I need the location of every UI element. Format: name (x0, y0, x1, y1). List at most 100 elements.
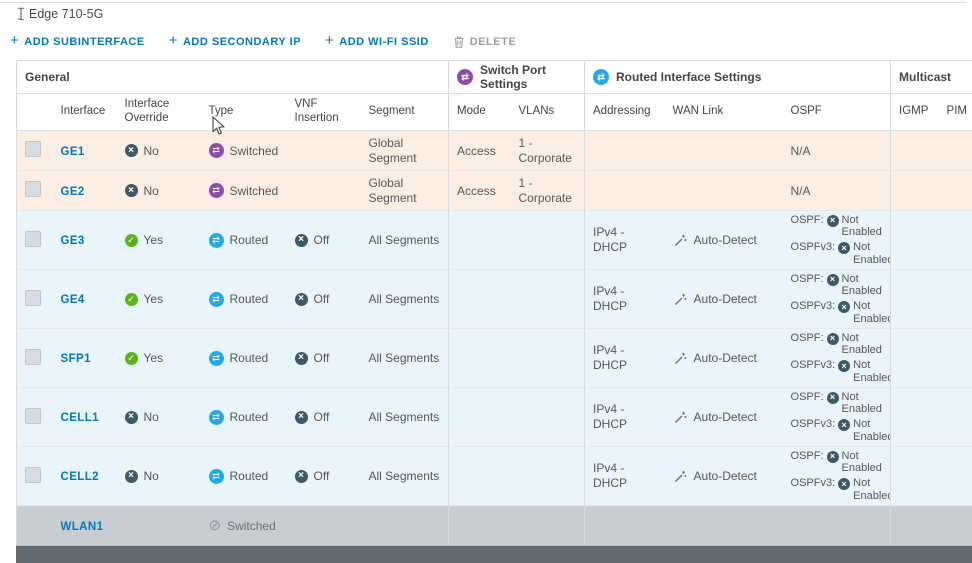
delete-button[interactable]: DELETE (453, 35, 516, 49)
table-row[interactable]: GE4 Yes Routed Off All Segments IPv4 - D… (17, 270, 972, 329)
override-cell: No (117, 447, 201, 506)
interface-link[interactable]: SFP1 (61, 353, 91, 365)
interface-link[interactable]: GE3 (61, 235, 85, 247)
mode-text: Access (457, 184, 496, 198)
ospf-label: OSPF: (791, 391, 824, 403)
igmp-cell (891, 211, 939, 270)
wand-icon (673, 410, 688, 425)
ospfv3-value: Not Enabled (853, 300, 890, 325)
plus-icon: + (10, 33, 19, 48)
wand-icon (673, 351, 688, 366)
wan-link-cell (665, 506, 783, 546)
add-wifi-ssid-button[interactable]: + ADD WI-FI SSID (325, 34, 429, 49)
wan-link-cell: Auto-Detect (665, 329, 783, 388)
table-row[interactable]: GE2 No Switched Global Segment Access 1 … (17, 171, 972, 211)
override-cell: Yes (117, 329, 201, 388)
row-checkbox[interactable] (25, 290, 41, 306)
type-cell: Routed (201, 447, 287, 506)
row-checkbox[interactable] (25, 349, 41, 365)
wan-link-cell (665, 171, 783, 211)
segment-cell: All Segments (361, 270, 449, 329)
ospf-text: N/A (791, 144, 811, 158)
row-checkbox-cell (17, 171, 53, 211)
type-text: Routed (230, 292, 269, 306)
ospf-cell: N/A (783, 131, 891, 171)
type-cell: Routed (201, 211, 287, 270)
mode-cell (449, 329, 511, 388)
plus-icon: + (169, 33, 178, 48)
check-circle-icon (125, 293, 138, 306)
interface-cell: GE2 (53, 171, 117, 211)
row-checkbox[interactable] (25, 181, 41, 197)
col-interface-override: Interface Override (117, 94, 201, 131)
routed-icon (209, 292, 224, 307)
addressing-text: IPv4 - DHCP (593, 343, 639, 373)
group-multicast: Multicast (891, 61, 972, 94)
group-routed-label: Routed Interface Settings (616, 70, 761, 84)
interface-link[interactable]: GE4 (61, 294, 85, 306)
ospf-cell: OSPF:Not Enabled OSPFv3:Not Enabled (783, 447, 891, 506)
table-row[interactable]: CELL1 No Routed Off All Segments IPv4 - … (17, 388, 972, 447)
interface-link[interactable]: WLAN1 (61, 521, 104, 533)
add-secondary-ip-button[interactable]: + ADD SECONDARY IP (169, 34, 301, 49)
interface-link[interactable]: CELL2 (61, 471, 99, 483)
row-checkbox[interactable] (25, 231, 41, 247)
ospf-value: Not Enabled (842, 214, 883, 239)
table-row[interactable]: WLAN1 Switched (17, 506, 972, 546)
x-circle-icon (838, 301, 850, 313)
interface-link[interactable]: GE1 (61, 146, 85, 158)
table-row[interactable]: GE3 Yes Routed Off All Segments IPv4 - D… (17, 211, 972, 270)
x-circle-icon (295, 411, 308, 424)
segment-text: All Segments (369, 410, 440, 424)
type-text: Switched (227, 519, 276, 533)
x-circle-icon (125, 144, 138, 157)
addressing-cell: IPv4 - DHCP (585, 447, 665, 506)
col-pim: PIM (939, 94, 972, 131)
vlans-cell (511, 388, 585, 447)
select-column-header (17, 94, 53, 131)
row-checkbox-cell (17, 506, 53, 546)
segment-cell: All Segments (361, 329, 449, 388)
row-checkbox[interactable] (25, 467, 41, 483)
add-subinterface-label: ADD SUBINTERFACE (24, 36, 144, 48)
table-row[interactable]: GE1 No Switched Global Segment Access 1 … (17, 131, 972, 171)
segment-text: All Segments (369, 469, 440, 483)
ospf-label: OSPF: (791, 273, 824, 285)
ospf-text: N/A (791, 184, 811, 198)
x-circle-icon (838, 242, 850, 254)
row-checkbox-cell (17, 270, 53, 329)
addressing-cell: IPv4 - DHCP (585, 329, 665, 388)
add-subinterface-button[interactable]: + ADD SUBINTERFACE (10, 34, 145, 49)
ospfv3-value: Not Enabled (853, 359, 890, 384)
wan-link-cell: Auto-Detect (665, 447, 783, 506)
x-circle-icon (295, 352, 308, 365)
addressing-text: IPv4 - DHCP (593, 461, 639, 491)
ospfv3-label: OSPFv3: (791, 477, 836, 489)
plus-icon: + (325, 33, 334, 48)
wan-link-text: Auto-Detect (694, 410, 757, 424)
col-interface: Interface (53, 94, 117, 131)
ospfv3-label: OSPFv3: (791, 300, 836, 312)
interface-cell: SFP1 (53, 329, 117, 388)
mode-text: Access (457, 144, 496, 158)
routed-icon (209, 351, 224, 366)
type-cell: Routed (201, 329, 287, 388)
row-checkbox[interactable] (25, 141, 41, 157)
x-circle-icon (838, 419, 850, 431)
mode-cell (449, 506, 511, 546)
wan-link-cell (665, 131, 783, 171)
wand-icon (673, 469, 688, 484)
add-wifi-ssid-label: ADD WI-FI SSID (339, 36, 429, 48)
interface-link[interactable]: GE2 (61, 186, 85, 198)
vnf-cell: Off (287, 329, 361, 388)
table-row[interactable]: SFP1 Yes Routed Off All Segments IPv4 - … (17, 329, 972, 388)
vlans-cell: 1 - Corporate (511, 131, 585, 171)
segment-text: Global Segment (369, 176, 429, 206)
wan-link-text: Auto-Detect (694, 233, 757, 247)
routed-icon (209, 410, 224, 425)
addressing-cell: IPv4 - DHCP (585, 270, 665, 329)
vlans-cell (511, 447, 585, 506)
row-checkbox[interactable] (25, 408, 41, 424)
interface-link[interactable]: CELL1 (61, 412, 99, 424)
table-row[interactable]: CELL2 No Routed Off All Segments IPv4 - … (17, 447, 972, 506)
